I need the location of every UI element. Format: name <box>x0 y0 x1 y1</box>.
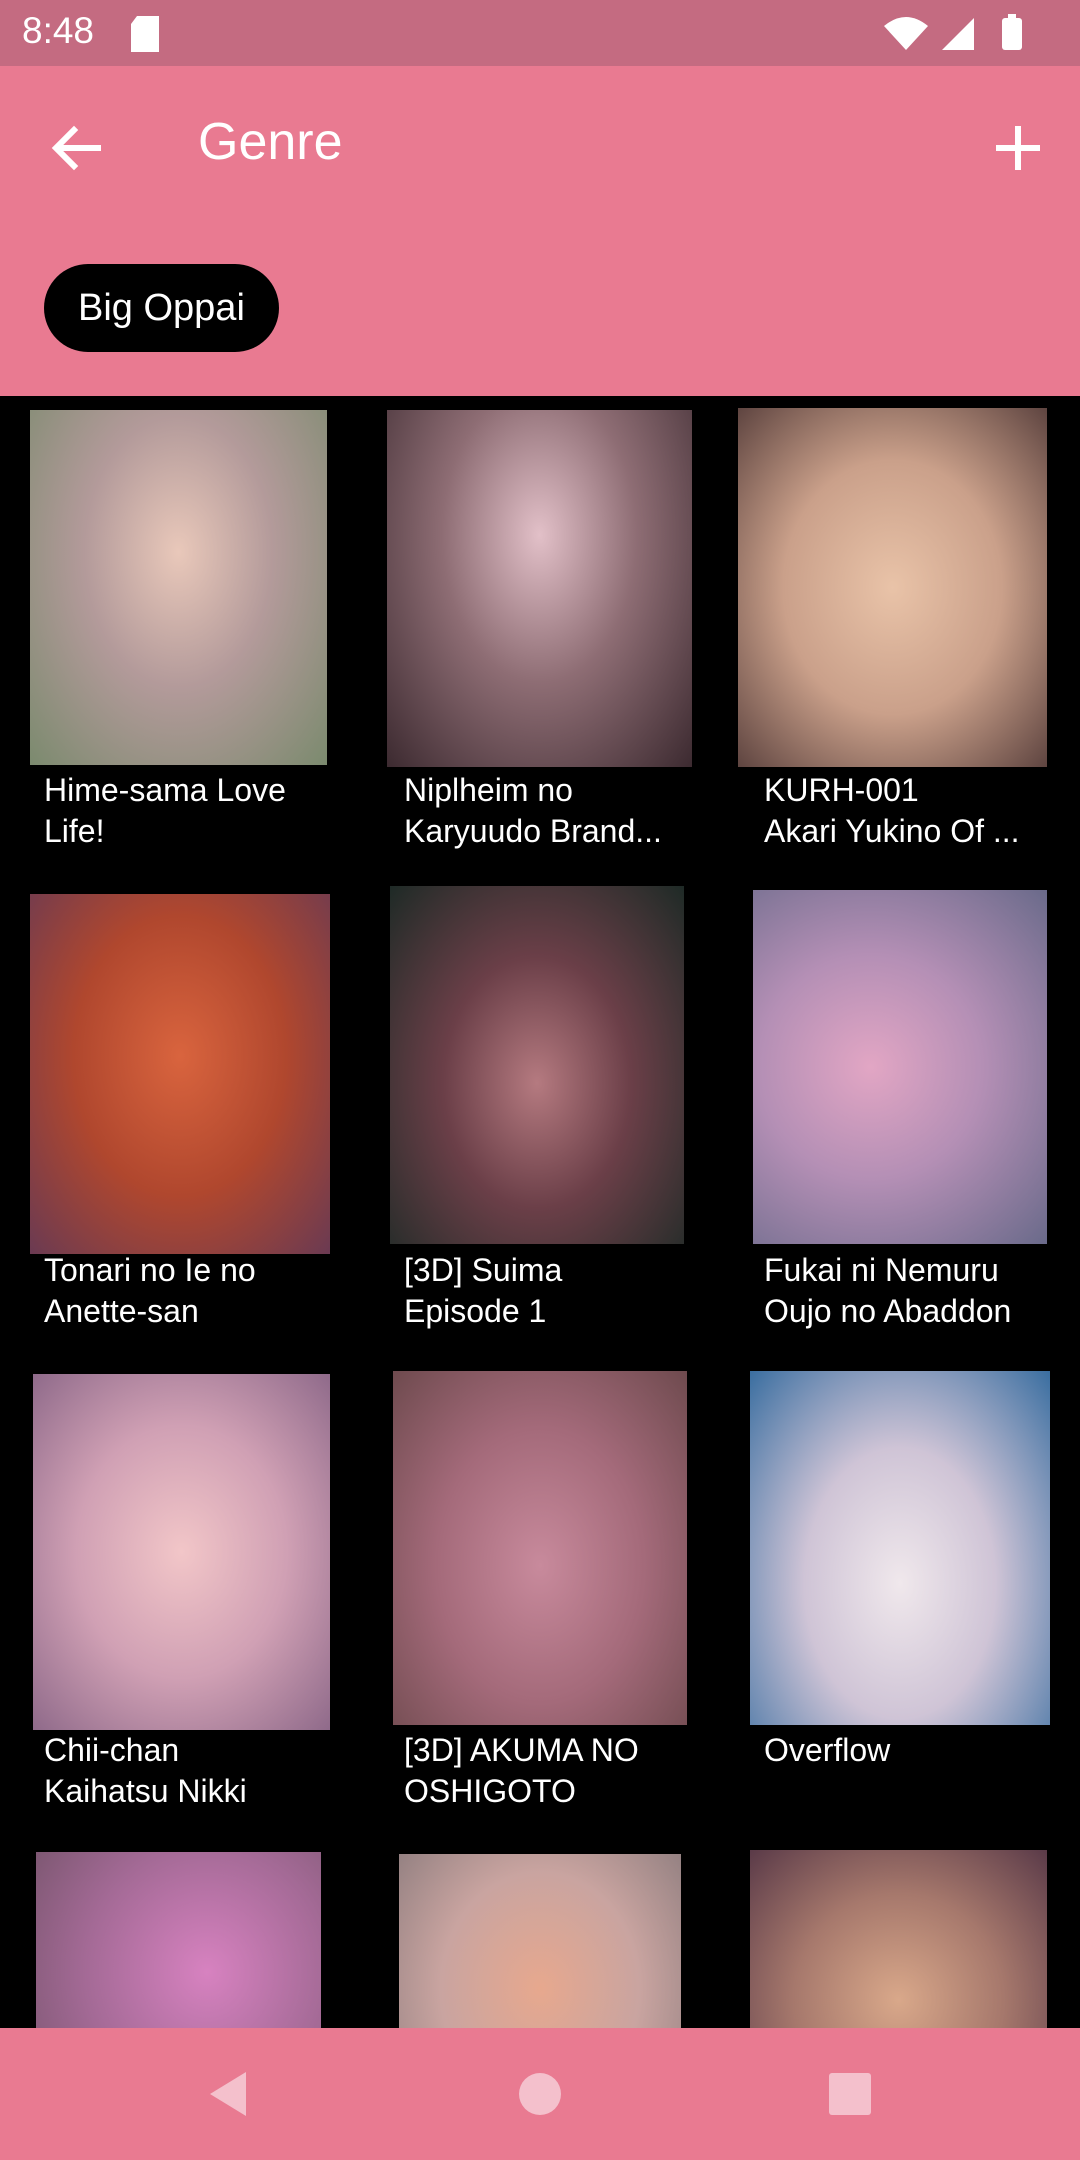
signal-icon <box>942 18 974 50</box>
grid-item[interactable]: Chii-chan Kaihatsu Nikki <box>0 1356 360 1836</box>
grid-item[interactable] <box>360 1836 720 2028</box>
cover-image <box>750 1371 1050 1725</box>
item-title-line2: Karyuudo Brand... <box>404 813 662 849</box>
app-bar: Genre Big Oppai <box>0 66 1080 396</box>
item-title-line1: KURH-001 <box>764 772 919 808</box>
cover-image <box>390 886 684 1244</box>
sd-card-icon <box>131 16 159 52</box>
item-title-line1: Tonari no Ie no <box>44 1252 256 1288</box>
nav-back-icon[interactable] <box>200 2064 260 2124</box>
cover-image <box>393 1371 687 1725</box>
grid-item[interactable]: [3D] AKUMA NO OSHIGOTO <box>360 1356 720 1836</box>
item-title-line1: Hime-sama Love <box>44 772 286 808</box>
cover-image <box>753 890 1047 1244</box>
item-title: [3D] Suima Episode 1 <box>404 1250 694 1332</box>
item-title: Overflow <box>764 1730 1054 1771</box>
wifi-icon <box>884 17 928 50</box>
item-title-line2: Anette-san <box>44 1293 199 1329</box>
item-title-line2: Life! <box>44 813 105 849</box>
grid-item[interactable]: [3D] Suima Episode 1 <box>360 876 720 1356</box>
genre-filter-chip[interactable]: Big Oppai <box>44 264 279 352</box>
item-title: KURH-001 Akari Yukino Of ... <box>764 770 1054 852</box>
cover-image <box>399 1854 681 2028</box>
item-title: Hime-sama Love Life! <box>44 770 334 852</box>
cover-image <box>36 1852 321 2028</box>
item-title: [3D] AKUMA NO OSHIGOTO <box>404 1730 694 1812</box>
cover-image <box>33 1374 330 1730</box>
nav-home-icon[interactable] <box>510 2064 570 2124</box>
grid-item[interactable]: Niplheim no Karyuudo Brand... <box>360 396 720 876</box>
status-bar: 8:48 <box>0 0 1080 66</box>
cover-image <box>30 410 327 765</box>
cover-image <box>30 894 330 1254</box>
status-time: 8:48 <box>22 10 95 51</box>
grid-item[interactable] <box>720 1836 1080 2028</box>
cover-image <box>738 408 1047 767</box>
grid-item[interactable]: Overflow <box>720 1356 1080 1836</box>
page-title: Genre <box>198 113 343 171</box>
grid-item[interactable]: Tonari no Ie no Anette-san <box>0 876 360 1356</box>
item-title-line1: Overflow <box>764 1732 891 1768</box>
nav-recents-icon[interactable] <box>820 2064 880 2124</box>
cover-image <box>387 410 692 767</box>
grid-item[interactable]: Fukai ni Nemuru Oujo no Abaddon <box>720 876 1080 1356</box>
item-title-line1: Fukai ni Nemuru <box>764 1252 999 1288</box>
grid-item[interactable]: KURH-001 Akari Yukino Of ... <box>720 396 1080 876</box>
item-title-line2: Episode 1 <box>404 1293 547 1329</box>
plus-icon[interactable] <box>986 116 1050 180</box>
grid-item[interactable] <box>0 1836 360 2028</box>
battery-icon <box>1002 18 1022 50</box>
item-title-line2: OSHIGOTO <box>404 1773 576 1809</box>
status-icons <box>884 14 1022 50</box>
item-title-line1: Chii-chan <box>44 1732 180 1768</box>
item-title: Niplheim no Karyuudo Brand... <box>404 770 694 852</box>
system-nav-bar <box>0 2028 1080 2160</box>
grid-item[interactable]: Hime-sama Love Life! <box>0 396 360 876</box>
cover-image <box>750 1850 1047 2028</box>
item-title-line2: Oujo no Abaddon <box>764 1293 1012 1329</box>
item-title: Tonari no Ie no Anette-san <box>44 1250 334 1332</box>
item-title-line1: Niplheim no <box>404 772 573 808</box>
item-title: Chii-chan Kaihatsu Nikki <box>44 1730 334 1812</box>
item-title-line1: [3D] AKUMA NO <box>404 1732 639 1768</box>
item-title-line2: Kaihatsu Nikki <box>44 1773 247 1809</box>
arrow-back-icon[interactable] <box>44 116 108 180</box>
item-title: Fukai ni Nemuru Oujo no Abaddon <box>764 1250 1054 1332</box>
item-title-line1: [3D] Suima <box>404 1252 563 1288</box>
genre-grid: Hime-sama Love Life! Niplheim no Karyuud… <box>0 396 1080 2028</box>
item-title-line2: Akari Yukino Of ... <box>764 813 1020 849</box>
